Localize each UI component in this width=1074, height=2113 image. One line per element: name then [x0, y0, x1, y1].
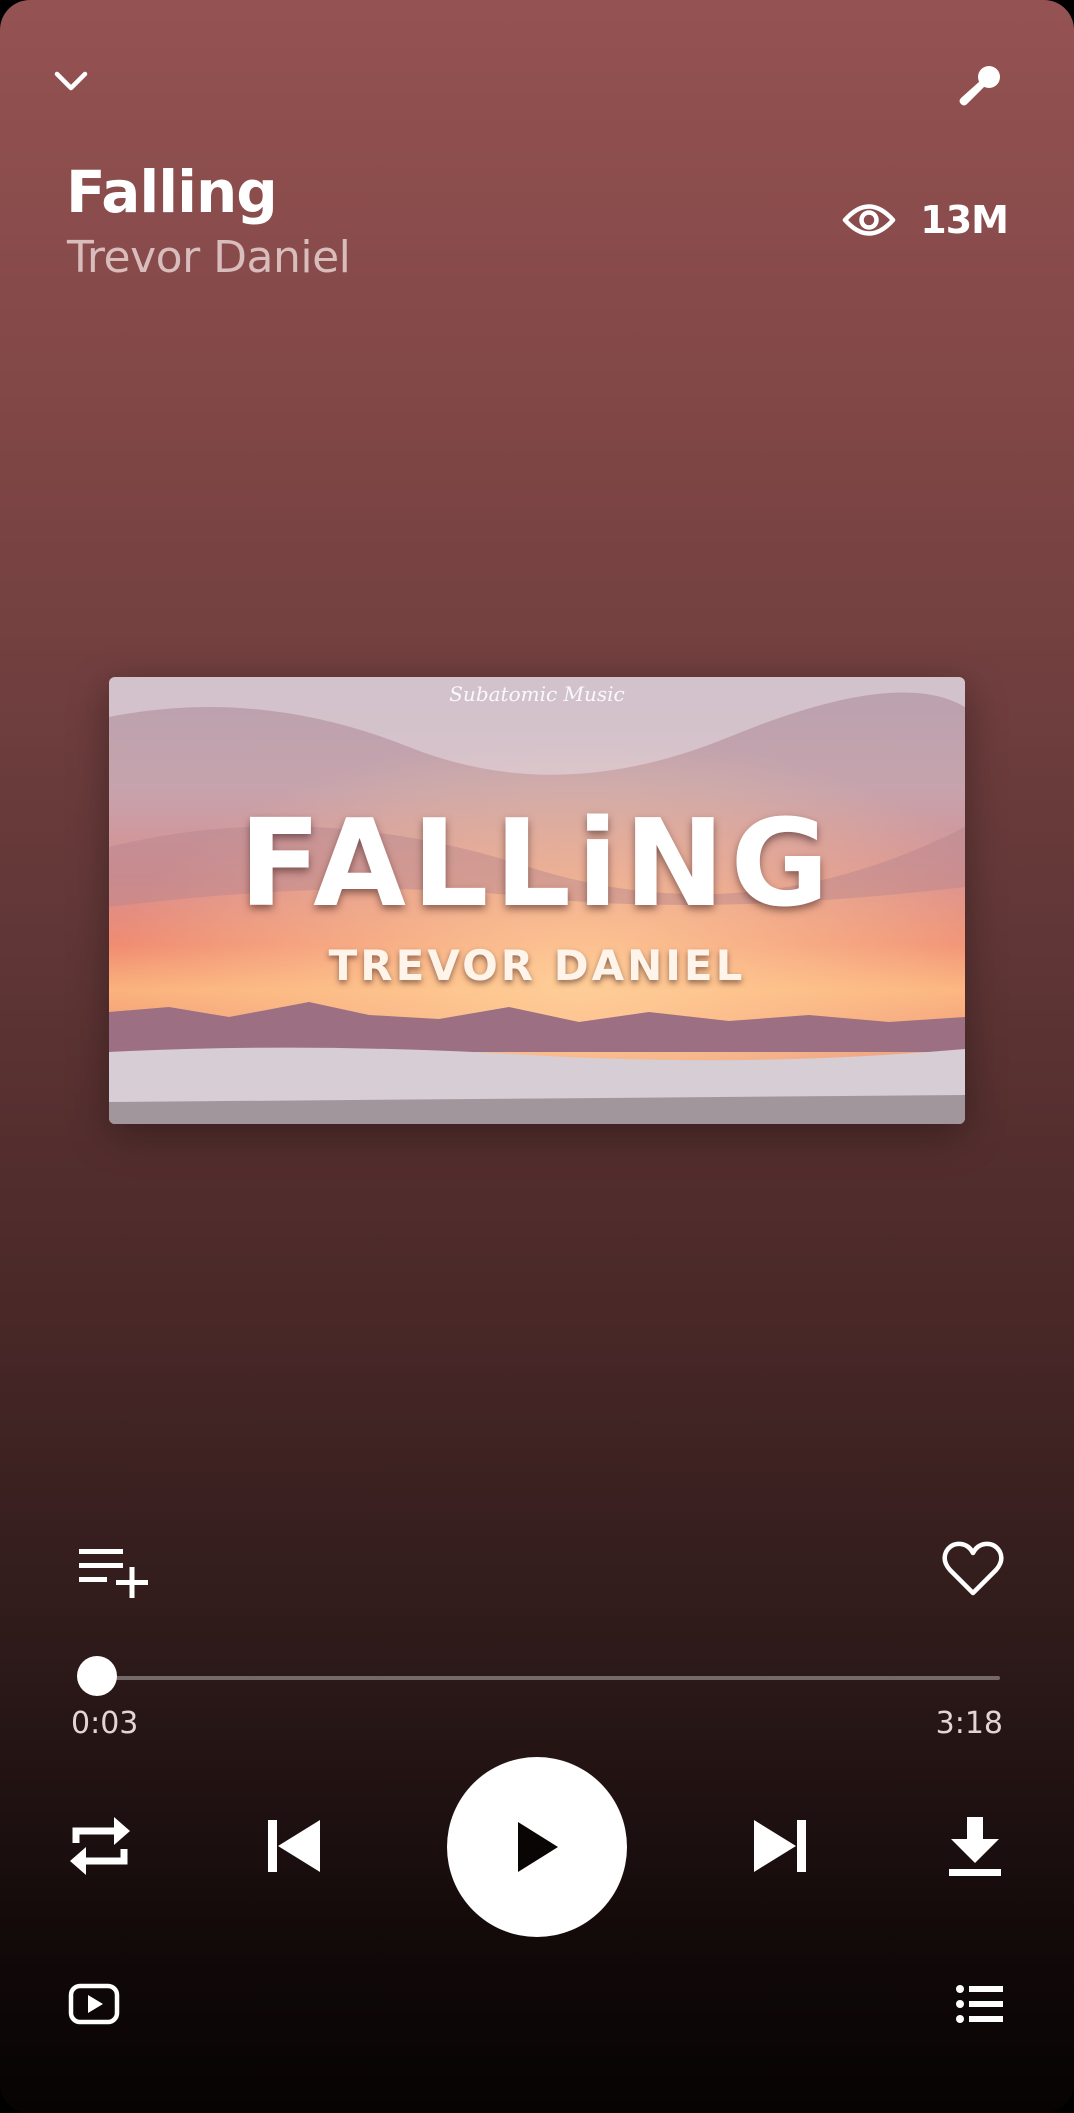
lyrics-button[interactable]: [948, 54, 1012, 118]
skip-next-icon: [754, 1820, 806, 1872]
seek-bar-thumb[interactable]: [76, 1656, 117, 1696]
download-button[interactable]: [940, 1810, 1010, 1882]
skip-previous-icon: [268, 1820, 320, 1872]
heart-outline-icon: [942, 1541, 1004, 1596]
now-playing-screen: Falling Trevor Daniel 13M Subatomic Musi…: [0, 0, 1074, 2113]
microphone-icon: [959, 66, 1000, 106]
repeat-button[interactable]: [64, 1810, 136, 1882]
track-title: Falling: [66, 158, 278, 226]
download-icon: [949, 1817, 1001, 1876]
playlist-add-icon: [79, 1549, 148, 1598]
elapsed-time: 0:03: [71, 1706, 139, 1741]
like-button[interactable]: [940, 1536, 1006, 1602]
play-button[interactable]: [447, 1757, 627, 1937]
collapse-button[interactable]: [44, 54, 98, 108]
chevron-down-icon: [54, 71, 88, 91]
artwork-logo: Subatomic Music: [449, 682, 625, 706]
seek-bar[interactable]: [76, 1656, 1000, 1696]
next-button[interactable]: [746, 1812, 814, 1880]
artwork-artist-text: TREVOR DANIEL: [328, 941, 746, 990]
artwork-title-text: FALLiNG: [238, 795, 836, 934]
track-artist[interactable]: Trevor Daniel: [67, 232, 351, 283]
total-duration: 3:18: [935, 1706, 1003, 1741]
queue-button[interactable]: [950, 1976, 1010, 2032]
play-icon: [518, 1822, 558, 1872]
queue-list-icon: [956, 1985, 1003, 2023]
add-to-playlist-button[interactable]: [72, 1538, 152, 1604]
album-artwork: Subatomic Music FALLiNG TREVOR DANIEL: [109, 677, 965, 1124]
eye-icon: [843, 204, 896, 236]
view-count: 13M: [842, 198, 1009, 242]
view-count-label: 13M: [920, 198, 1009, 242]
previous-button[interactable]: [260, 1812, 328, 1880]
video-mode-toggle[interactable]: [64, 1976, 124, 2032]
repeat-icon: [70, 1817, 130, 1875]
youtube-video-icon: [68, 1983, 120, 2025]
